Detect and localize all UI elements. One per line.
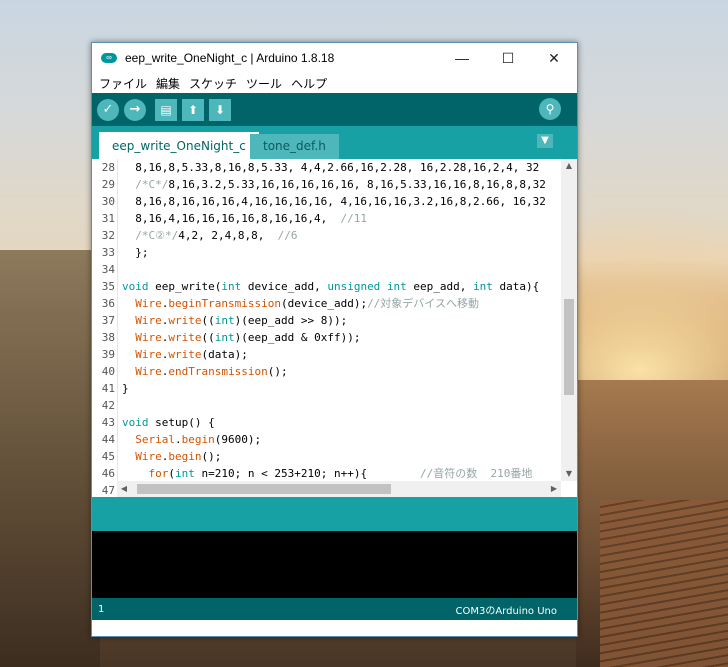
code-line: Wire.write((int)(eep_add >> 8)); [135, 314, 348, 327]
code-line: 8,16,4,16,16,16,16,8,16,16,4, //11 [122, 212, 368, 225]
open-button[interactable]: ⬆ [182, 98, 204, 121]
code-line: Wire.write(data); [135, 348, 248, 361]
line-number: 42 [101, 399, 115, 412]
verify-icon: ✓ [102, 102, 114, 117]
code-line: for(int n=210; n < 253+210; n++){ //音符の数… [148, 467, 533, 480]
line-number: 43 [101, 416, 115, 429]
menu-file[interactable]: ファイル [96, 75, 150, 92]
maximize-icon: ☐ [501, 49, 515, 66]
title-bar[interactable]: ∞ eep_write_OneNight_c | Arduino 1.8.18 … [92, 43, 577, 73]
line-number: 31 [101, 212, 115, 225]
line-number: 37 [101, 314, 115, 327]
line-number: 47 [101, 484, 115, 497]
menu-help[interactable]: ヘルプ [288, 75, 330, 92]
code-line: 8,16,8,5.33,8,16,8,5.33, 4,4,2.66,16,2.2… [122, 161, 540, 174]
scroll-down-icon[interactable]: ▼ [561, 467, 577, 481]
arduino-ide-window: ∞ eep_write_OneNight_c | Arduino 1.8.18 … [91, 42, 578, 637]
line-number: 38 [101, 331, 115, 344]
upload-button[interactable]: → [124, 98, 146, 121]
code-line: Wire.begin(); [135, 450, 222, 463]
line-number: 28 [101, 161, 115, 174]
line-number: 40 [101, 365, 115, 378]
serial-monitor-button[interactable]: ⚲ [539, 98, 561, 120]
close-button[interactable]: ✕ [531, 43, 577, 73]
code-line: Wire.write((int)(eep_add & 0xff)); [135, 331, 361, 344]
line-number: 39 [101, 348, 115, 361]
line-number: 36 [101, 297, 115, 310]
tab-tone-def[interactable]: tone_def.h [250, 134, 339, 159]
code-line: } [122, 382, 129, 395]
line-number: 35 [101, 280, 115, 293]
status-bar: 1 COM3のArduino Uno [92, 598, 577, 620]
console-output[interactable] [92, 531, 577, 598]
code-line: Wire.endTransmission(); [135, 365, 288, 378]
code-text-area[interactable]: 8,16,8,5.33,8,16,8,5.33, 4,4,2.66,16,2.2… [122, 159, 560, 481]
close-icon: ✕ [548, 49, 560, 66]
minimize-icon: — [455, 50, 469, 66]
message-area [92, 497, 577, 531]
save-button[interactable]: ⬇ [209, 98, 231, 121]
line-number: 29 [101, 178, 115, 191]
code-line: void setup() { [122, 416, 215, 429]
verify-button[interactable]: ✓ [97, 98, 119, 121]
code-editor[interactable]: 28 29 30 31 32 33 34 35 36 37 38 39 40 4… [92, 159, 577, 497]
menu-edit[interactable]: 編集 [153, 75, 183, 92]
serial-monitor-icon: ⚲ [545, 102, 555, 116]
maximize-button[interactable]: ☐ [485, 43, 531, 73]
save-icon: ⬇ [214, 102, 226, 117]
code-line: /*C*/8,16,3.2,5.33,16,16,16,16,16, 8,16,… [135, 178, 546, 191]
tab-bar: eep_write_OneNight_c tone_def.h ▼ [92, 126, 577, 159]
menu-sketch[interactable]: スケッチ [186, 75, 240, 92]
line-number: 45 [101, 450, 115, 463]
vertical-scrollbar[interactable]: ▲ ▼ [561, 159, 577, 481]
line-number: 33 [101, 246, 115, 259]
window-title: eep_write_OneNight_c | Arduino 1.8.18 [125, 51, 335, 65]
horizontal-scrollbar[interactable]: ◀ ▶ [117, 481, 561, 497]
tab-eep-write[interactable]: eep_write_OneNight_c [99, 132, 259, 159]
code-line: 8,16,8,16,16,16,4,16,16,16,16, 4,16,16,1… [122, 195, 546, 208]
chevron-down-icon: ▼ [541, 135, 549, 146]
background-dune [0, 250, 100, 667]
menu-bar: ファイル 編集 スケッチ ツール ヘルプ [92, 73, 577, 93]
tab-menu-button[interactable]: ▼ [537, 134, 553, 148]
status-board: COM3のArduino Uno [455, 605, 558, 617]
arduino-logo-icon: ∞ [101, 53, 117, 63]
code-line: Serial.begin(9600); [135, 433, 262, 446]
vertical-scroll-thumb[interactable] [564, 299, 574, 395]
line-number: 44 [101, 433, 115, 446]
new-button[interactable]: ▤ [155, 98, 177, 121]
scroll-up-icon[interactable]: ▲ [561, 159, 577, 173]
code-line: /*C②*/4,2, 2,4,8,8, //6 [135, 229, 298, 242]
background-boardwalk [600, 500, 728, 667]
horizontal-scroll-thumb[interactable] [137, 484, 391, 494]
code-line: Wire.beginTransmission(device_add);//対象デ… [135, 297, 479, 310]
menu-tools[interactable]: ツール [243, 75, 285, 92]
code-line: }; [122, 246, 149, 259]
open-icon: ⬆ [187, 102, 199, 117]
upload-icon: → [129, 102, 141, 117]
scroll-right-icon[interactable]: ▶ [547, 481, 561, 497]
scroll-left-icon[interactable]: ◀ [117, 481, 131, 497]
status-line-number: 1 [98, 603, 105, 615]
line-number-gutter: 28 29 30 31 32 33 34 35 36 37 38 39 40 4… [92, 159, 118, 497]
line-number: 34 [101, 263, 115, 276]
line-number: 46 [101, 467, 115, 480]
new-icon: ▤ [160, 102, 172, 117]
line-number: 41 [101, 382, 115, 395]
line-number: 30 [101, 195, 115, 208]
minimize-button[interactable]: — [439, 43, 485, 73]
line-number: 32 [101, 229, 115, 242]
toolbar: ✓ → ▤ ⬆ ⬇ ⚲ [92, 93, 577, 126]
code-line: void eep_write(int device_add, unsigned … [122, 280, 540, 293]
